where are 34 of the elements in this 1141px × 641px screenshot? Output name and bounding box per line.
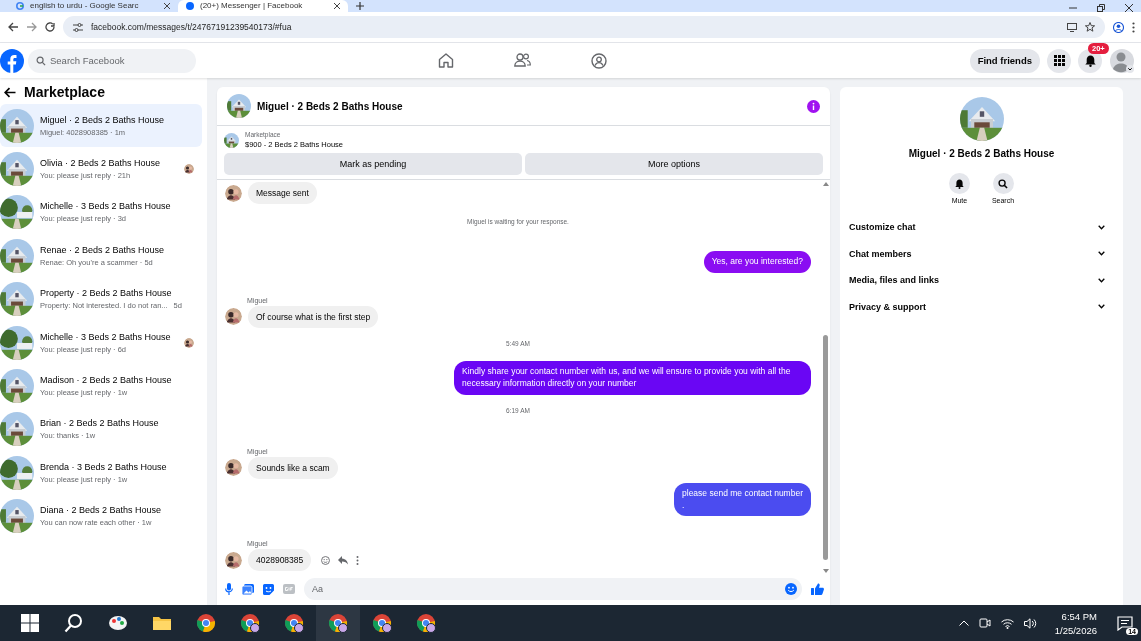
message-bubble: Yes, are you interested? — [703, 251, 811, 273]
browser-tab[interactable]: (20+) Messenger | Facebook — [178, 0, 348, 12]
conversation-name: Property · 2 Beds 2 Baths House — [40, 288, 173, 299]
section-toggle[interactable]: Media, files and links — [849, 267, 1113, 294]
page-title: Marketplace — [24, 84, 105, 100]
conversation-name: Michelle · 3 Beds 2 Baths House — [40, 201, 172, 212]
message-bubble: Sounds like a scam — [248, 456, 338, 479]
listing-action-button[interactable]: Mark as pending — [224, 153, 522, 175]
conversation-name: Michelle · 3 Beds 2 Baths House — [40, 331, 172, 342]
section-toggle[interactable]: Privacy & support — [849, 293, 1113, 320]
message-bubble: Of course what is the first step — [248, 305, 379, 328]
address-bar[interactable]: facebook.com/messages/t/24767191239540173/#fua — [63, 16, 1105, 38]
message-bubble: Message sent — [248, 182, 317, 204]
section-toggle[interactable]: Chat members — [849, 240, 1113, 267]
conversation-name: Madison · 2 Beds 2 Baths House — [40, 375, 173, 386]
conversation-name: Brian · 2 Beds 2 Baths House — [40, 418, 160, 429]
section-toggle[interactable]: Customize chat — [849, 214, 1113, 241]
message-bubble: 4028908385 — [248, 549, 312, 572]
conversation-name: Renae · 2 Beds 2 Baths House — [40, 244, 166, 255]
contact-name: Miguel · 2 Beds 2 Baths House — [908, 148, 1055, 159]
clock-date: 1/25/2026 — [1054, 624, 1097, 636]
conversation-name: Olivia · 2 Beds 2 Baths House — [40, 158, 162, 169]
message-input[interactable]: Aa — [304, 578, 802, 600]
clock-time: 6:54 PM — [1061, 610, 1097, 622]
search-field[interactable]: Search Facebook — [28, 48, 196, 73]
listing-action-button[interactable]: More options — [525, 153, 823, 175]
browser-tab[interactable]: english to urdu - Google Searc — [8, 0, 178, 12]
conversation-name: Brenda · 3 Beds 2 Baths House — [40, 461, 168, 472]
find-friends-button[interactable]: Find friends — [969, 48, 1040, 73]
conversation-name: Miguel · 2 Beds 2 Baths House — [40, 114, 166, 125]
chat-title: Miguel · 2 Beds 2 Baths House — [257, 100, 404, 112]
message-bubble: please send me contact number . — [674, 482, 811, 517]
message-bubble: Kindly share your contact number with us, and we will ensure to provide you with all the necessary information directly on your number — [454, 360, 811, 395]
conversation-name: Diana · 2 Beds 2 Baths House — [40, 505, 163, 516]
